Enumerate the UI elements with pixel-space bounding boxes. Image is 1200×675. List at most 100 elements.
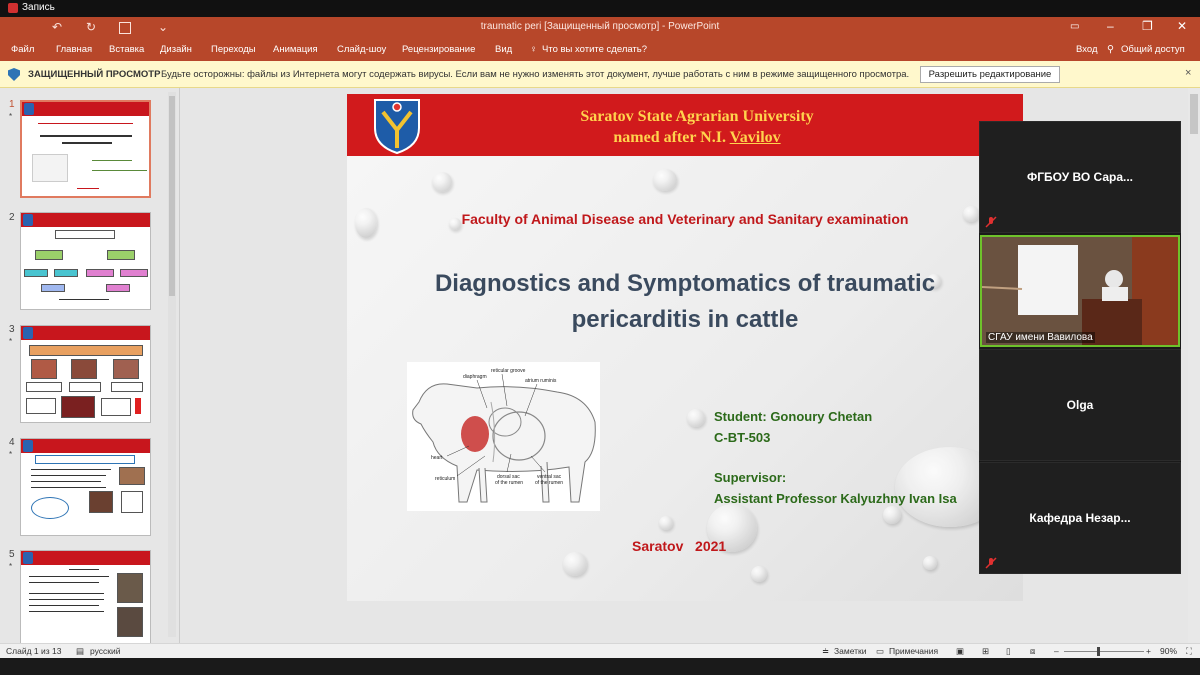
water-drop xyxy=(653,169,677,191)
comments-button[interactable]: Примечания xyxy=(889,646,938,656)
zoom-slider[interactable] xyxy=(1064,651,1144,652)
tab-file[interactable]: Файл xyxy=(11,44,34,55)
slide-sorter-icon[interactable]: ⊞ xyxy=(982,646,989,657)
fit-to-window-icon[interactable]: ⛶ xyxy=(1186,646,1192,657)
lightbulb-icon: ♀ xyxy=(530,44,538,55)
university-logo-icon xyxy=(24,103,34,115)
language-indicator[interactable]: русский xyxy=(90,646,121,656)
active-speaker-video[interactable]: СГАУ имени Вавилова xyxy=(980,235,1180,347)
thumb-text-box xyxy=(121,491,143,513)
thumb-animation-star: * xyxy=(9,112,13,121)
slide-thumbnails-pane: 1 * 2 3 * 4 * 5 * xyxy=(0,88,180,643)
thumb-number: 3 xyxy=(9,324,15,335)
recording-indicator[interactable]: Запись xyxy=(8,2,55,13)
notes-button[interactable]: Заметки xyxy=(834,646,867,656)
protected-view-title: ЗАЩИЩЕННЫЙ ПРОСМОТР xyxy=(28,69,161,80)
thumbnails-scrollbar[interactable] xyxy=(168,92,176,637)
thumb-header xyxy=(21,439,150,453)
reading-view-icon[interactable]: ▯ xyxy=(1006,646,1011,657)
zoom-in-button[interactable]: + xyxy=(1146,646,1151,656)
supervisor-name: Assistant Professor Kalyuzhny Ivan Isa xyxy=(714,491,957,506)
thumb-diagram-box xyxy=(106,284,130,292)
university-line-2-name: Vavilov xyxy=(729,129,781,146)
zoom-slider-handle[interactable] xyxy=(1097,647,1100,656)
slide-thumbnail-1[interactable] xyxy=(20,100,151,198)
close-icon[interactable]: × xyxy=(1185,67,1191,79)
tab-slideshow[interactable]: Слайд-шоу xyxy=(337,44,386,55)
thumb-faculty-line xyxy=(38,123,133,124)
thumb-diagram-box xyxy=(55,230,115,239)
tab-transitions[interactable]: Переходы xyxy=(211,44,256,55)
zoom-out-button[interactable]: – xyxy=(1054,646,1059,656)
tab-insert[interactable]: Вставка xyxy=(109,44,144,55)
thumb-photo xyxy=(61,396,95,418)
thumb-photo xyxy=(113,359,139,379)
thumb-text-line xyxy=(31,481,101,482)
participant-tile[interactable]: ФГБОУ ВО Сара... xyxy=(979,121,1181,233)
close-button[interactable]: ✕ xyxy=(1177,19,1187,33)
video-call-panel: ФГБОУ ВО Сара... СГАУ имени Вавилова Olg… xyxy=(979,121,1181,574)
mic-muted-icon xyxy=(985,216,997,228)
label-atrium-ruminis: atrium ruminis xyxy=(525,378,557,384)
thumb-photo xyxy=(117,573,143,603)
enable-editing-button[interactable]: Разрешить редактирование xyxy=(920,66,1060,83)
thumb-text-box xyxy=(69,382,101,392)
slide-thumbnail-4[interactable] xyxy=(20,438,151,536)
protected-view-message: Будьте осторожны: файлы из Интернета мог… xyxy=(161,69,910,80)
spellcheck-icon[interactable]: ▤ xyxy=(76,646,84,657)
thumb-number: 4 xyxy=(9,437,15,448)
powerpoint-window: Запись ↶ ↻ ⌄ traumatic peri [Защищенный … xyxy=(0,0,1200,675)
thumb-text-line xyxy=(29,599,104,600)
ribbon-display-icon[interactable]: ▭ xyxy=(1070,21,1079,32)
slide-thumbnail-2[interactable] xyxy=(20,212,151,310)
tab-design[interactable]: Дизайн xyxy=(160,44,192,55)
thumb-diagram-box xyxy=(35,250,63,260)
thumb-banner xyxy=(29,345,143,356)
share-button[interactable]: Общий доступ xyxy=(1121,44,1185,55)
zoom-level[interactable]: 90% xyxy=(1160,646,1177,656)
student-name: Student: Gonoury Chetan xyxy=(714,409,873,424)
slide-thumbnail-3[interactable] xyxy=(20,325,151,423)
slide-title: Diagnostics and Symptomatics of traumati… xyxy=(434,270,936,333)
sign-in-link[interactable]: Вход xyxy=(1076,44,1098,55)
thumb-diagram-box xyxy=(41,284,65,292)
participant-tile[interactable]: Кафедра Незар... xyxy=(979,462,1181,574)
participant-tile[interactable]: Olga xyxy=(979,349,1181,461)
scrollbar-thumb[interactable] xyxy=(169,96,175,296)
thumb-heading-line xyxy=(69,569,99,570)
slide-thumbnail-5[interactable] xyxy=(20,550,151,643)
thumb-text-line xyxy=(31,469,111,470)
supervisor-label: Supervisor: xyxy=(714,470,787,485)
thumb-header xyxy=(21,213,150,227)
student-block: Student: Gonoury Chetan C-BT-503 xyxy=(714,406,872,448)
supervisor-block: Supervisor: Assistant Professor Kalyuzhn… xyxy=(714,467,957,509)
thumb-arrow xyxy=(135,398,141,414)
label-reticular-groove: reticular groove xyxy=(491,368,526,374)
water-drop xyxy=(432,172,452,192)
tab-animations[interactable]: Анимация xyxy=(273,44,318,55)
comments-icon: ▭ xyxy=(876,646,885,656)
thumb-callout xyxy=(31,497,69,519)
tell-me-search[interactable]: Что вы хотите сделать? xyxy=(542,44,647,55)
thumb-diagram-box xyxy=(24,269,48,277)
minimize-button[interactable]: – xyxy=(1107,19,1114,33)
current-slide[interactable]: Saratov State Agrarian University named … xyxy=(347,94,1023,601)
canvas-scrollbar[interactable] xyxy=(1188,88,1200,643)
thumb-number: 1 xyxy=(9,99,15,110)
university-name: Saratov State Agrarian University named … xyxy=(497,106,897,148)
tab-review[interactable]: Рецензирование xyxy=(402,44,475,55)
thumb-header xyxy=(21,326,150,340)
university-line-2-prefix: named after N.I. xyxy=(613,129,730,146)
label-of-the-rumen: of the rumen xyxy=(495,480,523,486)
normal-view-icon[interactable]: ▣ xyxy=(956,646,964,657)
tab-view[interactable]: Вид xyxy=(495,44,512,55)
scrollbar-thumb[interactable] xyxy=(1190,94,1198,134)
university-logo-icon xyxy=(23,214,33,226)
slide-header-banner: Saratov State Agrarian University named … xyxy=(347,94,1023,156)
slideshow-view-icon[interactable]: ⧈ xyxy=(1030,646,1035,657)
tab-home[interactable]: Главная xyxy=(56,44,92,55)
maximize-button[interactable]: ❐ xyxy=(1142,19,1153,33)
thumb-text-line xyxy=(29,611,104,612)
thumb-diagram-box xyxy=(120,269,148,277)
water-drop xyxy=(923,556,937,570)
